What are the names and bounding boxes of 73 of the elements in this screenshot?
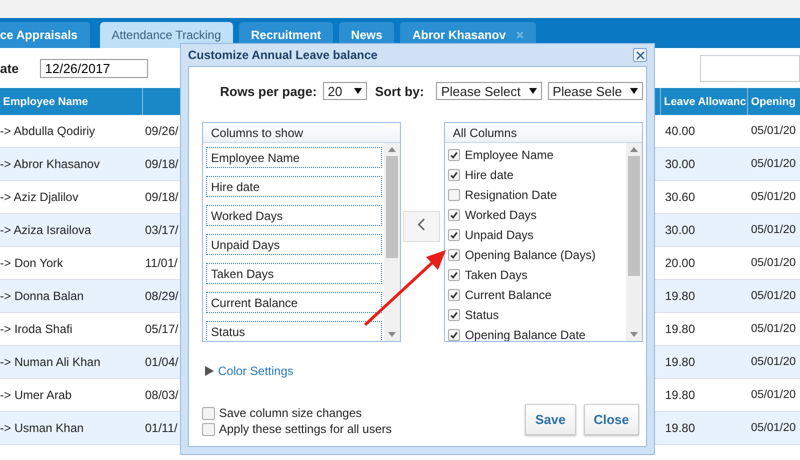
scroll-up-icon[interactable]: [630, 147, 638, 152]
checkbox-label[interactable]: Resignation Date: [464, 188, 557, 202]
dropdown-arrow-icon: [528, 88, 537, 94]
scrollbar[interactable]: [626, 143, 642, 341]
checkbox-label[interactable]: Apply these settings for all users: [219, 422, 392, 436]
table-cell: -> Aziza Israilova: [0, 214, 143, 247]
tab[interactable]: ce Appraisals: [0, 22, 90, 48]
list-item[interactable]: Unpaid Days: [206, 234, 382, 255]
checkbox[interactable]: [202, 406, 215, 420]
dialog-title: Customize Annual Leave balance: [188, 48, 378, 62]
color-settings-link[interactable]: Color Settings: [218, 364, 294, 378]
table-cell: 30.00: [661, 148, 748, 181]
table-cell: 19.80: [661, 412, 748, 445]
table-cell: -> Abror Khasanov: [0, 148, 143, 181]
scroll-up-icon[interactable]: [388, 147, 396, 152]
sort-select[interactable]: Please Sele: [548, 82, 643, 100]
chevron-left-icon: [416, 218, 426, 230]
checkbox-label[interactable]: Employee Name: [464, 148, 554, 162]
table-cell: -> Numan Ali Khan: [0, 346, 143, 379]
dropdown-arrow-icon: [354, 88, 362, 94]
checkbox[interactable]: [448, 249, 460, 261]
table-cell: 05/01/20: [748, 412, 800, 445]
checkbox[interactable]: [448, 289, 460, 301]
close-button[interactable]: [633, 48, 647, 62]
checkbox-label[interactable]: Taken Days: [464, 268, 528, 282]
table-cell: 19.80: [661, 280, 748, 313]
move-left-button[interactable]: [403, 211, 440, 242]
sort-select[interactable]: Please Select: [436, 82, 542, 100]
list-item[interactable]: Taken Days: [206, 263, 382, 284]
checkbox[interactable]: [448, 189, 460, 201]
table-cell: 05/01/20: [748, 346, 800, 379]
sort-label: Sort by:: [374, 84, 424, 98]
table-cell: 05/01/20: [748, 148, 800, 181]
list-item[interactable]: Status: [206, 321, 382, 341]
table-cell: 05/01/20: [748, 214, 800, 247]
column-header[interactable]: Leave Allowanc: [661, 88, 748, 115]
expand-icon[interactable]: [205, 366, 214, 376]
checkbox[interactable]: [202, 422, 215, 436]
scrollbar[interactable]: [384, 143, 400, 341]
table-cell: 19.80: [661, 346, 748, 379]
table-cell: 30.00: [661, 214, 748, 247]
column-header[interactable]: Opening: [748, 88, 800, 115]
save-button[interactable]: Save: [525, 404, 576, 435]
list-item[interactable]: Employee Name: [206, 147, 382, 168]
rows-per-page-select[interactable]: 20: [322, 82, 367, 100]
checkbox[interactable]: [448, 209, 460, 221]
scroll-down-icon[interactable]: [388, 332, 396, 337]
field-label: ate: [0, 60, 20, 76]
checkbox-label[interactable]: Unpaid Days: [464, 228, 534, 242]
tab[interactable]: Attendance Tracking: [100, 22, 234, 48]
column-header[interactable]: Employee Name: [0, 88, 143, 115]
list-item[interactable]: Current Balance: [206, 292, 382, 313]
checkbox[interactable]: [448, 149, 460, 161]
close-icon[interactable]: [516, 31, 524, 39]
date-field[interactable]: 12/26/2017: [40, 58, 148, 78]
checkbox[interactable]: [448, 169, 460, 181]
checkbox[interactable]: [448, 269, 460, 281]
list-item[interactable]: Worked Days: [206, 205, 382, 226]
checkbox[interactable]: [448, 309, 460, 321]
checkbox[interactable]: [448, 329, 460, 341]
checkbox-label[interactable]: Hire date: [464, 168, 514, 182]
dropdown-arrow-icon: [630, 88, 638, 94]
input-field[interactable]: [700, 54, 800, 82]
list-item[interactable]: Hire date: [206, 176, 382, 197]
table-cell: -> Usman Khan: [0, 412, 143, 445]
table-cell: -> Donna Balan: [0, 280, 143, 313]
rows-per-page-label: Rows per page:: [220, 84, 317, 98]
scroll-down-icon[interactable]: [630, 332, 638, 337]
checkbox-label[interactable]: Opening Balance (Days): [464, 248, 596, 262]
table-cell: 05/01/20: [748, 280, 800, 313]
close-button[interactable]: Close: [584, 404, 639, 435]
checkbox[interactable]: [448, 229, 460, 241]
checkbox-label[interactable]: Current Balance: [464, 288, 552, 302]
